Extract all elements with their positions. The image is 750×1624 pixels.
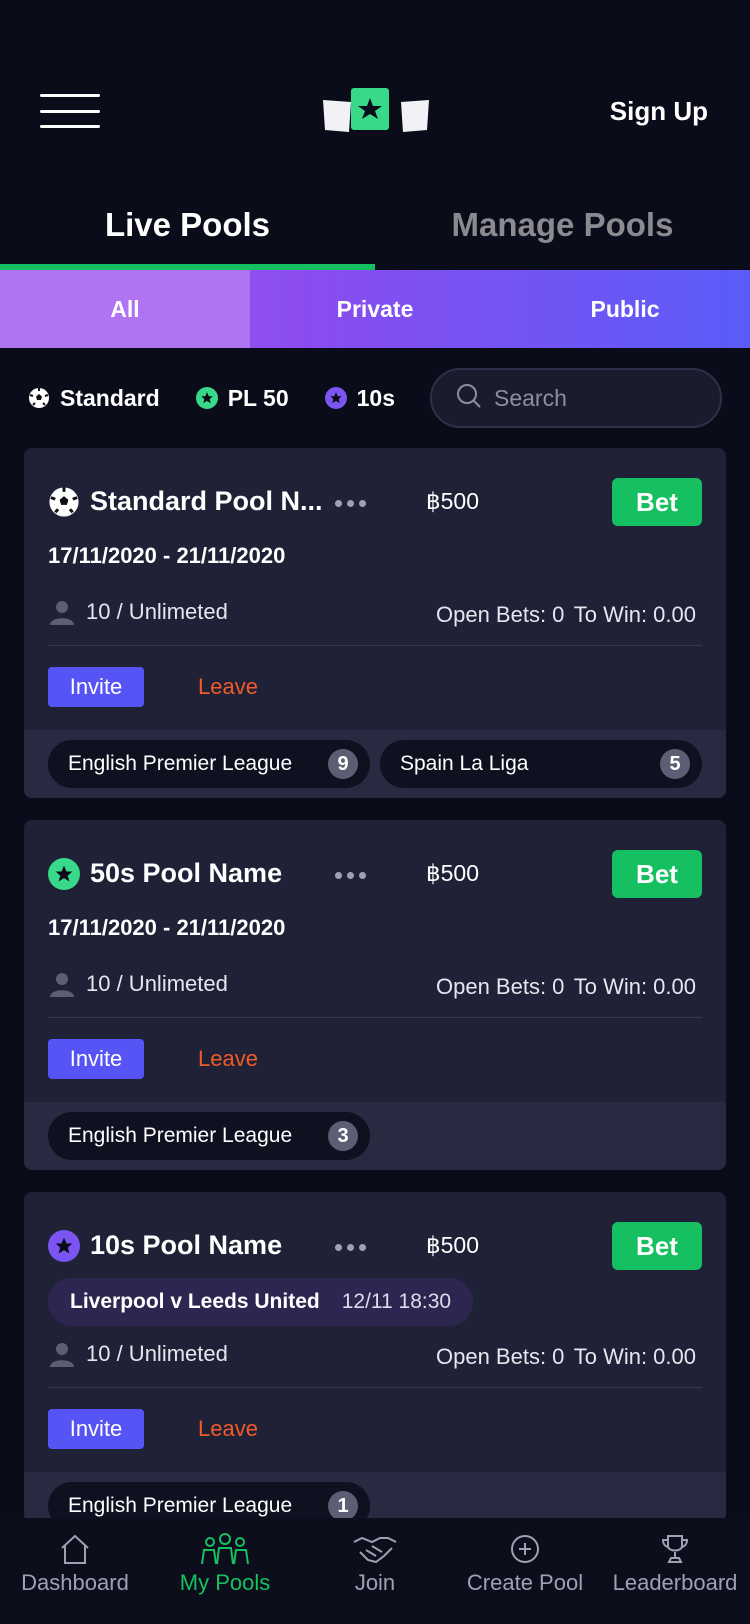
bottom-nav: Dashboard My Pools Join Create Pool Lead… <box>0 1518 750 1624</box>
nav-create-pool[interactable]: Create Pool <box>450 1518 600 1624</box>
leave-button[interactable]: Leave <box>198 1416 258 1442</box>
open-bets: Open Bets: 0 <box>436 602 565 627</box>
filter-label: Standard <box>60 384 160 411</box>
league-pill[interactable]: Spain La Liga 5 <box>380 740 702 788</box>
menu-icon[interactable] <box>40 94 100 130</box>
bet-button[interactable]: Bet <box>612 1222 702 1270</box>
user-icon <box>50 1343 74 1367</box>
pool-amount: ฿500 <box>426 860 480 886</box>
to-win: To Win: 0.00 <box>573 974 696 999</box>
leave-button[interactable]: Leave <box>198 1046 258 1072</box>
plus-circle-icon <box>511 1535 539 1563</box>
pool-name: Standard Pool N... <box>90 486 323 516</box>
main-tabs: Live Pools Manage Pools <box>0 180 750 270</box>
pool-card: Standard Pool N... ฿500 Bet 17/11/2020 -… <box>24 448 726 798</box>
tab-live-pools[interactable]: Live Pools <box>0 180 375 270</box>
tab-all[interactable]: All <box>0 270 250 348</box>
leagues-row: English Premier League 3 <box>24 1102 726 1170</box>
pool-dates: 17/11/2020 - 21/11/2020 <box>48 915 286 940</box>
leagues-row: English Premier League 9 Spain La Liga 5 <box>24 730 726 798</box>
people-icon <box>201 1533 249 1565</box>
filter-label: 10s <box>356 384 396 411</box>
nav-leaderboard[interactable]: Leaderboard <box>600 1518 750 1624</box>
league-count: 3 <box>328 1121 358 1151</box>
league-count: 9 <box>328 749 358 779</box>
filter-standard[interactable]: Standard <box>28 385 160 412</box>
open-bets: Open Bets: 0 <box>436 1344 565 1369</box>
nav-label: Create Pool <box>466 1570 584 1595</box>
green-star-icon <box>195 387 218 409</box>
user-icon <box>50 601 74 625</box>
handshake-icon <box>353 1536 397 1564</box>
to-win: To Win: 0.00 <box>573 1344 696 1369</box>
trophy-icon <box>661 1535 689 1563</box>
search-input[interactable] <box>494 384 694 412</box>
match-pill[interactable]: Liverpool v Leeds United 12/11 18:30 <box>48 1278 474 1326</box>
filter-pl-50[interactable]: PL 50 <box>195 384 289 412</box>
nav-label: Join <box>354 1570 396 1595</box>
league-count: 1 <box>328 1491 358 1521</box>
leave-button[interactable]: Leave <box>198 674 258 700</box>
visibility-tabs: All Private Public <box>0 270 750 348</box>
purple-star-icon <box>48 1230 80 1262</box>
search-box[interactable] <box>430 368 722 428</box>
member-count: 10 / Unlimeted <box>48 598 228 626</box>
invite-button[interactable]: Invite <box>48 1409 144 1449</box>
league-pill[interactable]: English Premier League 1 <box>48 1482 370 1522</box>
member-count-label: 10 / Unlimeted <box>86 971 228 996</box>
pool-amount: ฿500 <box>426 488 480 514</box>
filter-label: PL 50 <box>227 384 289 411</box>
league-name: Spain La Liga <box>400 752 529 775</box>
bet-button[interactable]: Bet <box>612 478 702 526</box>
tab-manage-pools[interactable]: Manage Pools <box>375 180 750 270</box>
bet-button[interactable]: Bet <box>612 850 702 898</box>
pool-card: 10s Pool Name ฿500 Bet Liverpool v Leeds… <box>24 1192 726 1522</box>
member-count: 10 / Unlimeted <box>48 970 228 998</box>
more-options-icon[interactable] <box>335 1244 366 1251</box>
member-count: 10 / Unlimeted <box>48 1340 228 1368</box>
leagues-row: English Premier League 1 <box>24 1472 726 1522</box>
pool-name: 10s Pool Name <box>90 1230 283 1260</box>
nav-label: Leaderboard <box>612 1570 738 1595</box>
more-options-icon[interactable] <box>335 500 366 507</box>
filter-10s[interactable]: 10s <box>324 384 396 412</box>
nav-label: Dashboard <box>21 1570 129 1595</box>
green-star-icon <box>48 858 80 890</box>
league-name: English Premier League <box>68 752 293 775</box>
pool-type-filters: Standard PL 50 10s <box>28 368 722 428</box>
to-win: To Win: 0.00 <box>573 602 696 627</box>
sign-up-button[interactable]: Sign Up <box>610 96 708 127</box>
more-options-icon[interactable] <box>335 872 366 879</box>
league-name: English Premier League <box>68 1124 293 1147</box>
nav-dashboard[interactable]: Dashboard <box>0 1518 150 1624</box>
invite-button[interactable]: Invite <box>48 667 144 707</box>
soccer-ball-icon <box>28 387 50 409</box>
league-name: English Premier League <box>68 1494 293 1517</box>
app-header: Sign Up <box>0 0 750 180</box>
tab-private[interactable]: Private <box>250 270 500 348</box>
user-icon <box>50 973 74 997</box>
search-icon <box>456 383 482 414</box>
tab-public[interactable]: Public <box>500 270 750 348</box>
match-time: 12/11 18:30 <box>341 1290 452 1313</box>
invite-button[interactable]: Invite <box>48 1039 144 1079</box>
pool-dates: 17/11/2020 - 21/11/2020 <box>48 543 286 568</box>
match-teams: Liverpool v Leeds United <box>70 1290 320 1313</box>
home-icon <box>61 1534 89 1564</box>
member-count-label: 10 / Unlimeted <box>86 1341 228 1366</box>
purple-star-icon <box>324 387 347 409</box>
league-pill[interactable]: English Premier League 9 <box>48 740 370 788</box>
pool-card: 50s Pool Name ฿500 Bet 17/11/2020 - 21/1… <box>24 820 726 1170</box>
nav-label: My Pools <box>179 1570 271 1595</box>
nav-join[interactable]: Join <box>300 1518 450 1624</box>
league-pill[interactable]: English Premier League 3 <box>48 1112 370 1160</box>
pool-name: 50s Pool Name <box>90 858 283 888</box>
open-bets: Open Bets: 0 <box>436 974 565 999</box>
nav-my-pools[interactable]: My Pools <box>150 1518 300 1624</box>
logo <box>323 88 429 132</box>
soccer-ball-icon <box>48 486 80 518</box>
league-count: 5 <box>660 749 690 779</box>
member-count-label: 10 / Unlimeted <box>86 599 228 624</box>
pool-amount: ฿500 <box>426 1232 480 1258</box>
